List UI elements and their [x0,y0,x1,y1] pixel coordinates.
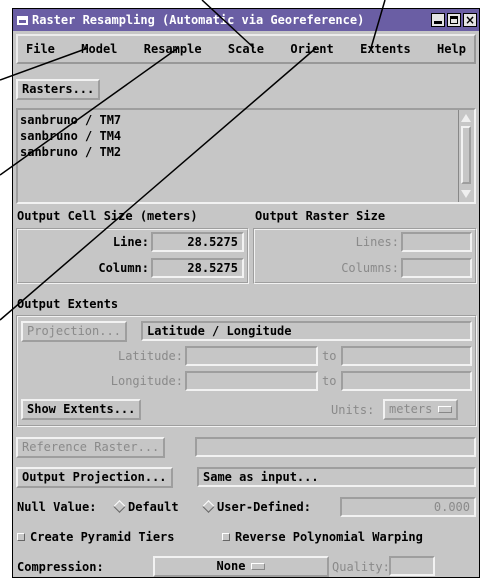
latitude-to-field [341,346,472,366]
checkbox-icon [17,533,25,541]
columns-label: Columns: [341,261,399,275]
column-cell-size-field[interactable]: 28.5275 [151,258,244,278]
list-item[interactable]: sanbruno / TM4 [20,128,121,144]
scroll-down-icon[interactable] [461,190,471,198]
lines-label: Lines: [355,235,399,249]
menu-help[interactable]: Help [437,42,466,56]
minimize-icon[interactable] [431,13,445,27]
window-menu-icon[interactable] [17,15,28,25]
rasters-button[interactable]: Rasters... [16,79,101,100]
checkbox-icon [222,533,230,541]
raster-resampling-window: Raster Resampling (Automatic via Georefe… [12,8,480,578]
latitude-to-label: to [322,349,337,363]
create-pyramid-label: Create Pyramid Tiers [30,530,175,544]
reference-raster-button: Reference Raster... [16,437,166,458]
menu-scale[interactable]: Scale [228,42,264,56]
title-bar[interactable]: Raster Resampling (Automatic via Georefe… [13,9,479,31]
longitude-to-field [341,371,472,391]
raster-list-scrollbar[interactable] [458,110,474,202]
window-title: Raster Resampling (Automatic via Georefe… [32,13,365,27]
show-extents-button[interactable]: Show Extents... [21,399,142,420]
reverse-polynomial-checkbox[interactable]: Reverse Polynomial Warping [222,530,423,544]
close-icon[interactable]: × [463,13,477,27]
null-value-label: Null Value: [17,500,97,514]
column-label: Column: [98,261,149,275]
quality-label: Quality: [332,560,390,574]
output-projection-value: Same as input... [197,467,476,487]
list-item[interactable]: sanbruno / TM2 [20,144,121,160]
compression-dropdown[interactable]: None [153,556,329,577]
menu-bar: File Model Resample Scale Orient Extents… [16,34,476,64]
raster-list-items: sanbruno / TM7 sanbruno / TM4 sanbruno /… [20,112,121,160]
latitude-from-field [185,346,318,366]
null-user-defined-label: User-Defined: [217,500,311,514]
raster-list[interactable]: sanbruno / TM7 sanbruno / TM4 sanbruno /… [16,108,476,204]
longitude-from-field [185,371,318,391]
null-default-label: Default [128,500,179,514]
menu-orient[interactable]: Orient [290,42,333,56]
output-projection-button[interactable]: Output Projection... [16,467,173,488]
longitude-to-label: to [322,374,337,388]
cell-size-heading: Output Cell Size (meters) [17,209,198,223]
columns-field [401,258,472,278]
scroll-up-icon[interactable] [461,114,471,122]
units-dropdown: meters [383,399,459,420]
maximize-icon[interactable] [447,13,461,27]
scroll-thumb[interactable] [461,126,471,184]
reverse-polynomial-label: Reverse Polynomial Warping [235,530,423,544]
line-label: Line: [112,235,149,249]
null-value-field: 0.000 [340,497,476,517]
reference-raster-field [195,437,476,457]
null-default-radio[interactable]: Default [113,500,179,514]
lines-field [401,232,472,252]
projection-value: Latitude / Longitude [141,321,472,341]
quality-field [389,556,435,576]
null-user-defined-radio[interactable]: User-Defined: [202,500,311,514]
list-item[interactable]: sanbruno / TM7 [20,112,121,128]
menu-model[interactable]: Model [81,42,117,56]
units-label: Units: [331,403,375,417]
compression-label: Compression: [17,560,104,574]
radio-icon [202,500,215,513]
projection-button: Projection... [21,321,127,342]
latitude-label: Latitude: [117,349,183,363]
menu-extents[interactable]: Extents [360,42,411,56]
menu-resample[interactable]: Resample [144,42,202,56]
longitude-label: Longitude: [110,374,183,388]
radio-icon [113,500,126,513]
raster-size-heading: Output Raster Size [255,209,386,223]
menu-file[interactable]: File [26,42,55,56]
output-extents-heading: Output Extents [17,297,119,311]
create-pyramid-checkbox[interactable]: Create Pyramid Tiers [17,530,175,544]
line-cell-size-field[interactable]: 28.5275 [151,232,244,252]
